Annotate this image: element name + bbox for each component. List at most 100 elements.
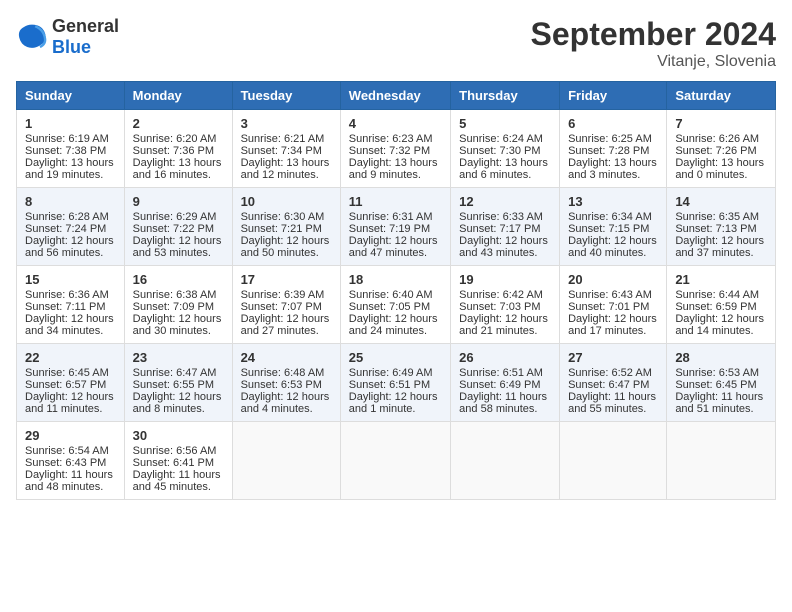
day-info-line: Daylight: 12 hours bbox=[675, 313, 767, 325]
weekday-header-thursday: Thursday bbox=[451, 82, 560, 110]
day-info-line: Sunset: 7:17 PM bbox=[459, 223, 551, 235]
day-info-line: Sunset: 6:55 PM bbox=[133, 379, 224, 391]
day-number: 1 bbox=[25, 116, 116, 131]
calendar-cell: 12Sunrise: 6:33 AMSunset: 7:17 PMDayligh… bbox=[451, 188, 560, 266]
day-info-line: Sunrise: 6:38 AM bbox=[133, 289, 224, 301]
day-info-line: Daylight: 12 hours bbox=[25, 391, 116, 403]
day-info-line: and 37 minutes. bbox=[675, 247, 767, 259]
day-number: 21 bbox=[675, 272, 767, 287]
logo: General Blue bbox=[16, 16, 119, 58]
day-info-line: and 45 minutes. bbox=[133, 481, 224, 493]
page-header: General Blue September 2024 Vitanje, Slo… bbox=[16, 16, 776, 71]
calendar-cell: 26Sunrise: 6:51 AMSunset: 6:49 PMDayligh… bbox=[451, 344, 560, 422]
day-info-line: and 8 minutes. bbox=[133, 403, 224, 415]
day-info-line: Daylight: 13 hours bbox=[133, 157, 224, 169]
day-number: 13 bbox=[568, 194, 658, 209]
day-info-line: Daylight: 12 hours bbox=[25, 235, 116, 247]
logo-general: General bbox=[52, 16, 119, 36]
day-info-line: Sunset: 6:45 PM bbox=[675, 379, 767, 391]
day-info-line: and 0 minutes. bbox=[675, 169, 767, 181]
day-info-line: and 51 minutes. bbox=[675, 403, 767, 415]
day-number: 4 bbox=[349, 116, 442, 131]
weekday-header-row: SundayMondayTuesdayWednesdayThursdayFrid… bbox=[17, 82, 776, 110]
calendar-cell bbox=[340, 422, 450, 500]
day-info-line: Sunrise: 6:44 AM bbox=[675, 289, 767, 301]
day-info-line: Daylight: 11 hours bbox=[25, 469, 116, 481]
calendar-cell: 27Sunrise: 6:52 AMSunset: 6:47 PMDayligh… bbox=[560, 344, 667, 422]
day-number: 30 bbox=[133, 428, 224, 443]
day-info-line: Sunset: 7:15 PM bbox=[568, 223, 658, 235]
day-info-line: and 47 minutes. bbox=[349, 247, 442, 259]
day-info-line: Daylight: 12 hours bbox=[241, 313, 332, 325]
location-subtitle: Vitanje, Slovenia bbox=[531, 53, 776, 71]
day-info-line: and 48 minutes. bbox=[25, 481, 116, 493]
day-info-line: Sunrise: 6:34 AM bbox=[568, 211, 658, 223]
day-info-line: Sunrise: 6:31 AM bbox=[349, 211, 442, 223]
day-info-line: Sunset: 7:26 PM bbox=[675, 145, 767, 157]
day-info-line: Sunset: 7:24 PM bbox=[25, 223, 116, 235]
day-info-line: Sunset: 7:03 PM bbox=[459, 301, 551, 313]
day-info-line: Daylight: 13 hours bbox=[568, 157, 658, 169]
day-info-line: Sunrise: 6:30 AM bbox=[241, 211, 332, 223]
day-info-line: Sunset: 7:38 PM bbox=[25, 145, 116, 157]
day-info-line: Sunrise: 6:21 AM bbox=[241, 133, 332, 145]
day-info-line: Sunrise: 6:29 AM bbox=[133, 211, 224, 223]
day-info-line: Sunrise: 6:52 AM bbox=[568, 367, 658, 379]
day-info-line: Sunset: 6:51 PM bbox=[349, 379, 442, 391]
day-info-line: and 53 minutes. bbox=[133, 247, 224, 259]
day-info-line: Sunset: 7:30 PM bbox=[459, 145, 551, 157]
day-info-line: Sunset: 7:05 PM bbox=[349, 301, 442, 313]
calendar-cell: 10Sunrise: 6:30 AMSunset: 7:21 PMDayligh… bbox=[232, 188, 340, 266]
calendar-cell bbox=[232, 422, 340, 500]
day-info-line: Sunrise: 6:24 AM bbox=[459, 133, 551, 145]
day-info-line: Sunrise: 6:20 AM bbox=[133, 133, 224, 145]
calendar-cell: 7Sunrise: 6:26 AMSunset: 7:26 PMDaylight… bbox=[667, 110, 776, 188]
day-info-line: Daylight: 11 hours bbox=[568, 391, 658, 403]
calendar-cell: 6Sunrise: 6:25 AMSunset: 7:28 PMDaylight… bbox=[560, 110, 667, 188]
day-info-line: Daylight: 12 hours bbox=[241, 235, 332, 247]
day-info-line: Sunrise: 6:25 AM bbox=[568, 133, 658, 145]
day-info-line: Sunrise: 6:54 AM bbox=[25, 445, 116, 457]
day-info-line: Sunset: 7:34 PM bbox=[241, 145, 332, 157]
day-info-line: and 34 minutes. bbox=[25, 325, 116, 337]
calendar-cell: 29 Sunrise: 6:54 AMSunset: 6:43 PMDayligh… bbox=[17, 422, 125, 500]
day-number: 28 bbox=[675, 350, 767, 365]
calendar-table: SundayMondayTuesdayWednesdayThursdayFrid… bbox=[16, 81, 776, 500]
calendar-cell: 19Sunrise: 6:42 AMSunset: 7:03 PMDayligh… bbox=[451, 266, 560, 344]
day-number: 17 bbox=[241, 272, 332, 287]
day-info-line: Sunrise: 6:49 AM bbox=[349, 367, 442, 379]
day-info-line: Sunset: 6:47 PM bbox=[568, 379, 658, 391]
day-number: 11 bbox=[349, 194, 442, 209]
day-info-line: and 27 minutes. bbox=[241, 325, 332, 337]
day-number: 6 bbox=[568, 116, 658, 131]
day-info-line: and 6 minutes. bbox=[459, 169, 551, 181]
calendar-cell bbox=[451, 422, 560, 500]
day-info-line: Sunset: 7:09 PM bbox=[133, 301, 224, 313]
day-info-line: Sunrise: 6:51 AM bbox=[459, 367, 551, 379]
day-info-line: and 3 minutes. bbox=[568, 169, 658, 181]
day-info-line: Daylight: 12 hours bbox=[25, 313, 116, 325]
day-info-line: Daylight: 13 hours bbox=[459, 157, 551, 169]
month-title: September 2024 bbox=[531, 16, 776, 53]
day-number: 22 bbox=[25, 350, 116, 365]
calendar-cell: 18Sunrise: 6:40 AMSunset: 7:05 PMDayligh… bbox=[340, 266, 450, 344]
day-info-line: and 40 minutes. bbox=[568, 247, 658, 259]
day-info-line: Sunset: 7:32 PM bbox=[349, 145, 442, 157]
day-info-line: Sunset: 6:43 PM bbox=[25, 457, 116, 469]
calendar-cell: 30Sunrise: 6:56 AMSunset: 6:41 PMDayligh… bbox=[124, 422, 232, 500]
day-info-line: and 17 minutes. bbox=[568, 325, 658, 337]
day-number: 10 bbox=[241, 194, 332, 209]
calendar-cell: 16Sunrise: 6:38 AMSunset: 7:09 PMDayligh… bbox=[124, 266, 232, 344]
weekday-header-sunday: Sunday bbox=[17, 82, 125, 110]
day-number: 29 bbox=[25, 428, 116, 443]
day-info-line: Sunset: 7:22 PM bbox=[133, 223, 224, 235]
day-info-line: Daylight: 11 hours bbox=[675, 391, 767, 403]
day-info-line: Sunrise: 6:36 AM bbox=[25, 289, 116, 301]
calendar-week-4: 22Sunrise: 6:45 AMSunset: 6:57 PMDayligh… bbox=[17, 344, 776, 422]
day-info-line: Sunrise: 6:39 AM bbox=[241, 289, 332, 301]
calendar-cell bbox=[667, 422, 776, 500]
day-info-line: Daylight: 11 hours bbox=[459, 391, 551, 403]
day-info-line: Daylight: 13 hours bbox=[241, 157, 332, 169]
day-info-line: Daylight: 12 hours bbox=[675, 235, 767, 247]
day-info-line: Sunset: 7:13 PM bbox=[675, 223, 767, 235]
